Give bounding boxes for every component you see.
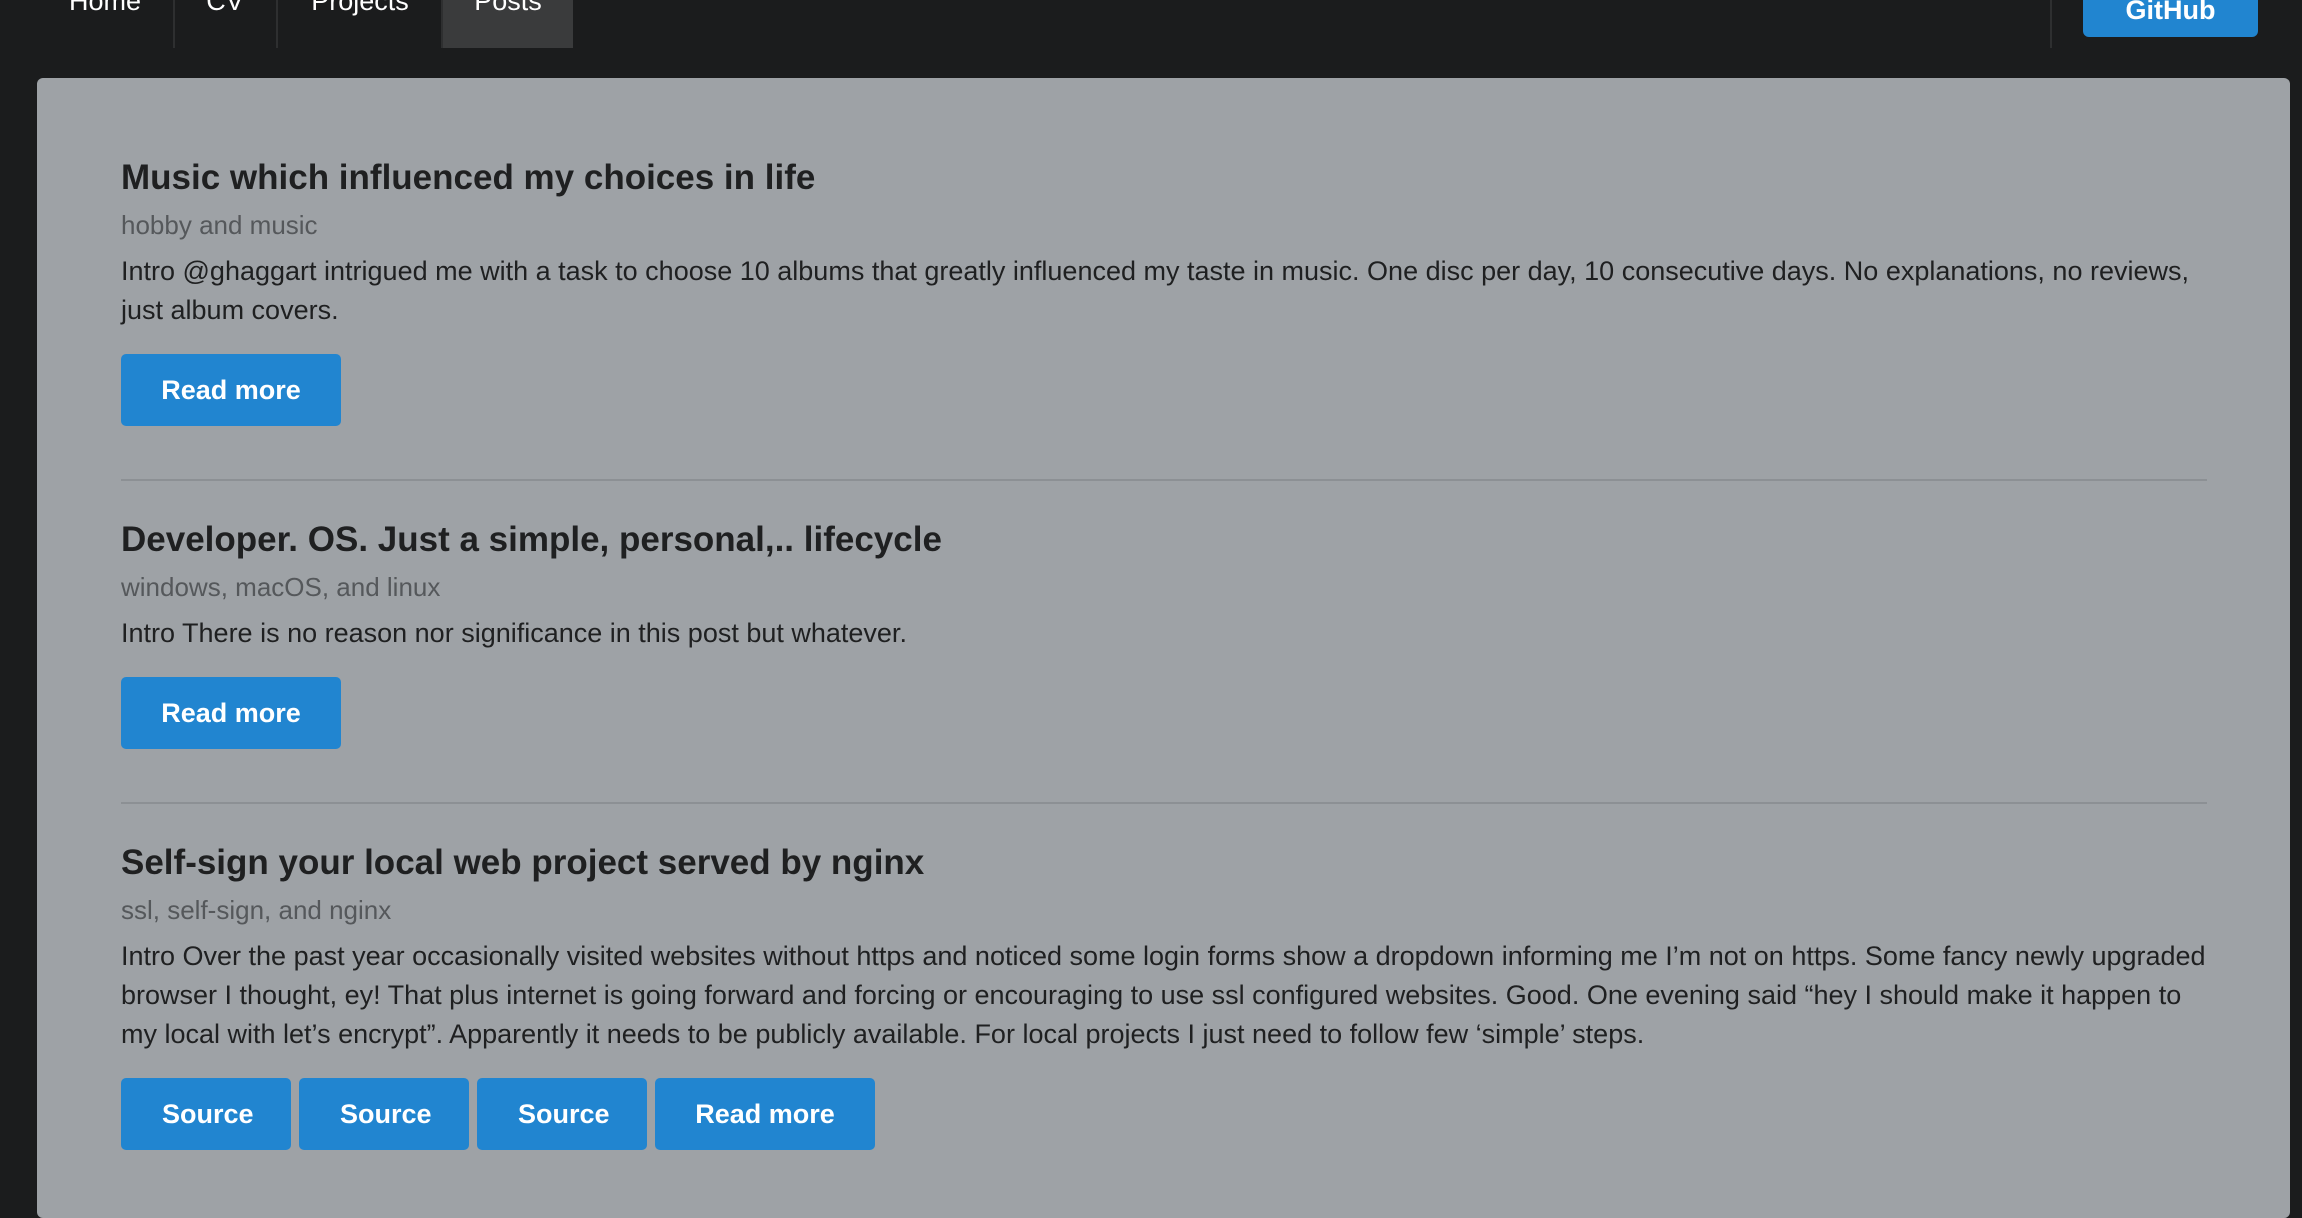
read-more-button[interactable]: Read more [121,354,341,426]
post-intro: Intro There is no reason nor significanc… [121,618,907,648]
post-tags: hobby and music [121,210,318,240]
github-button-label: GitHub [2125,0,2216,25]
post-intro: Intro Over the past year occasionally vi… [121,941,2206,1049]
post-item: Music which influenced my choices in lif… [121,156,2245,426]
post-item: Self-sign your local web project served … [121,841,2245,1150]
nav-home[interactable]: Home [38,0,172,48]
top-nav-bar: Home CV Projects Posts GitHub [0,0,2302,62]
post-title[interactable]: Self-sign your local web project served … [121,841,2245,885]
nav-projects[interactable]: Projects [278,0,442,48]
read-more-button[interactable]: Read more [121,677,341,749]
nav-posts-active[interactable]: Posts [443,0,573,48]
post-intro: Intro @ghaggart intrigued me with a task… [121,256,2189,325]
post-title[interactable]: Music which influenced my choices in lif… [121,156,2245,200]
nav-posts-label: Posts [474,0,542,16]
nav-cv[interactable]: CV [174,0,276,48]
nav-cv-label: CV [206,0,244,16]
post-tags: windows, macOS, and linux [121,572,441,602]
post-tags: ssl, self-sign, and nginx [121,895,392,925]
post-divider [121,479,2207,481]
post-actions: Read more [121,677,2245,749]
read-more-button[interactable]: Read more [655,1078,875,1150]
post-title[interactable]: Developer. OS. Just a simple, personal,.… [121,518,2245,562]
source-button[interactable]: Source [477,1078,647,1150]
source-button[interactable]: Source [121,1078,291,1150]
source-button[interactable]: Source [299,1078,469,1150]
post-actions: Read more [121,354,2245,426]
nav-divider-right [2050,0,2052,48]
post-item: Developer. OS. Just a simple, personal,.… [121,518,2245,749]
post-divider [121,802,2207,804]
nav-home-label: Home [68,0,142,16]
nav-projects-label: Projects [311,0,409,16]
post-actions: Source Source Source Read more [121,1078,2245,1150]
posts-panel: Music which influenced my choices in lif… [37,78,2290,1218]
github-button[interactable]: GitHub [2083,0,2258,37]
